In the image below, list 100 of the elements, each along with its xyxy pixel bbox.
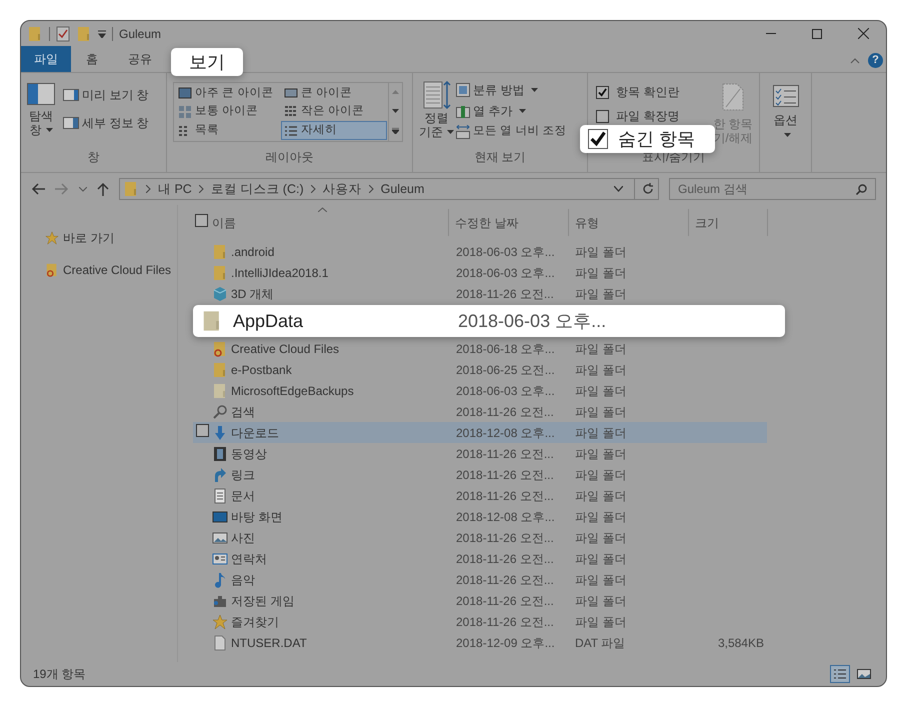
dropdown-icon[interactable] — [98, 30, 106, 38]
checkbox[interactable] — [596, 110, 609, 122]
file-row[interactable]: 사진 2018-11-26 오전... 파일 폴더 — [193, 527, 767, 548]
layout-option[interactable]: 보통 아이콘 — [175, 102, 281, 122]
checkbox[interactable] — [588, 129, 608, 149]
collapse-ribbon-icon[interactable] — [850, 58, 860, 64]
expand-icon[interactable] — [392, 128, 399, 134]
column-header[interactable]: 크기 — [688, 209, 768, 236]
modified-date: 2018-11-26 오전... — [455, 614, 555, 630]
layout-option[interactable]: 큰 아이콘 — [281, 84, 387, 103]
checkbox[interactable] — [195, 214, 208, 226]
file-type: DAT 파일 — [574, 634, 626, 652]
file-name: 바탕 화면 — [231, 508, 282, 526]
file-row[interactable]: 저장된 게임 2018-11-26 오전... 파일 폴더 — [193, 590, 767, 611]
refresh-icon[interactable] — [642, 183, 654, 195]
view-button[interactable] — [830, 665, 850, 683]
file-row[interactable]: MicrosoftEdgeBackups 2018-06-03 오후... 파일 폴더 — [193, 380, 767, 401]
checklist-icon[interactable] — [56, 26, 70, 42]
file-row-callout[interactable]: AppData 2018-06-03 오후... — [193, 305, 785, 337]
file-row[interactable]: Creative Cloud Files 2018-06-18 오후... 파일 폴더 — [193, 338, 767, 359]
file-name: 즐겨찾기 — [231, 614, 279, 630]
file-row[interactable]: 3D 개체 2018-11-26 오전... 파일 폴더 — [193, 283, 767, 304]
close-icon — [858, 28, 868, 39]
file-size: 3,584KB — [716, 634, 764, 652]
ribbon-tab[interactable]: 홈 — [71, 46, 113, 72]
column-header[interactable]: 이름 — [212, 214, 236, 232]
picture-icon — [212, 530, 228, 546]
column-header[interactable]: 유형 — [568, 209, 688, 236]
folder-icon — [27, 26, 43, 42]
file-type: 파일 폴더 — [574, 340, 628, 358]
file-name: 3D 개체 — [231, 286, 274, 302]
file-row[interactable]: .android 2018-06-03 오후... 파일 폴더 — [193, 241, 767, 262]
layout-icon — [284, 86, 298, 100]
checkbox-label: 파일 확장명 — [616, 108, 680, 125]
fit-columns-button[interactable]: 모든 열 너비 조정 — [456, 123, 567, 140]
chevron-down-icon[interactable] — [614, 186, 623, 192]
breadcrumb[interactable]: 로컬 디스크 (C:) — [210, 180, 304, 198]
hidden-items-callout[interactable]: 숨긴 항목 — [580, 125, 715, 153]
nav-item[interactable]: 바로 가기 — [45, 229, 177, 247]
folder-icon — [76, 26, 92, 42]
details-pane-button[interactable]: 세부 정보 창 — [63, 114, 149, 132]
file-name: Creative Cloud Files — [231, 340, 340, 358]
file-row[interactable]: e-Postbank 2018-06-25 오전... 파일 폴더 — [193, 359, 767, 380]
modified-date: 2018-12-08 오후... — [455, 508, 556, 526]
checkbox[interactable] — [596, 86, 609, 98]
layout-icon — [178, 104, 192, 119]
minimize-icon — [766, 33, 776, 34]
file-row[interactable]: 링크 2018-11-26 오전... 파일 폴더 — [193, 464, 767, 485]
file-row[interactable]: 바탕 화면 2018-12-08 오후... 파일 폴더 — [193, 506, 767, 527]
file-row[interactable]: 다운로드 2018-12-08 오후... 파일 폴더 — [193, 422, 767, 443]
file-row[interactable]: 검색 2018-11-26 오전... 파일 폴더 — [193, 401, 767, 422]
file-name: AppData — [233, 310, 304, 333]
help-icon[interactable]: ? — [868, 53, 883, 68]
ribbon-tab[interactable]: 보기 — [171, 48, 243, 76]
preview-pane-button[interactable]: 미리 보기 창 — [63, 86, 149, 104]
group-by-button[interactable]: 분류 방법 — [456, 81, 567, 99]
file-row[interactable]: 동영상 2018-11-26 오전... 파일 폴더 — [193, 443, 767, 464]
resize-columns-icon — [456, 124, 470, 139]
nav-item[interactable]: Creative Cloud Files — [45, 261, 177, 279]
file-row[interactable]: .IntelliJIdea2018.1 2018-06-03 오후... 파일 폴더 — [193, 262, 767, 283]
caret-icon — [519, 109, 526, 113]
folder-icon — [212, 362, 228, 378]
file-name: 검색 — [231, 404, 255, 420]
group-icon — [456, 83, 470, 97]
folder-icon — [212, 264, 228, 280]
chevron-down-icon[interactable] — [79, 186, 87, 192]
checkbox[interactable] — [196, 424, 209, 436]
checkbox-label: 항목 확인란 — [616, 84, 680, 101]
up-arrow-icon[interactable] — [97, 182, 109, 196]
sort-by-button[interactable]: 정렬 기준 — [419, 81, 454, 148]
file-row[interactable]: 음악 2018-11-26 오전... 파일 폴더 — [193, 569, 767, 590]
layout-option[interactable]: 아주 큰 아이콘 — [175, 84, 281, 103]
breadcrumb[interactable]: Guleum — [380, 180, 424, 198]
monitor-icon — [212, 508, 228, 524]
file-row[interactable]: 즐겨찾기 2018-11-26 오전... 파일 폴더 — [193, 611, 767, 632]
ribbon-tab[interactable]: 파일 — [21, 46, 71, 72]
add-columns-button[interactable]: 열 추가 — [456, 102, 567, 120]
file-type: 파일 폴더 — [574, 404, 628, 420]
ribbon-tab[interactable]: 공유 — [113, 46, 167, 72]
nav-pane-button[interactable]: 탐색 창 — [27, 83, 55, 137]
file-row[interactable]: 연락처 2018-11-26 오전... 파일 폴더 — [193, 548, 767, 569]
file-row[interactable]: NTUSER.DAT 2018-12-09 오후... DAT 파일 3,584KB — [193, 632, 767, 653]
item-count: 19개 항목 — [33, 666, 86, 683]
layout-option[interactable]: 작은 아이콘 — [281, 102, 387, 122]
breadcrumb[interactable]: 사용자 — [322, 180, 362, 198]
address-bar[interactable]: 내 PC 로컬 디스크 (C:) 사용자 Guleum — [119, 178, 659, 200]
search-field[interactable]: Guleum 검색 — [669, 178, 876, 200]
modified-date: 2018-11-26 오전... — [455, 286, 555, 302]
layout-option[interactable]: 목록 — [175, 121, 281, 140]
back-arrow-icon[interactable] — [31, 183, 45, 195]
options-button[interactable]: 옵션 — [760, 73, 811, 172]
scroll-down-icon[interactable] — [392, 108, 399, 113]
folder-icon — [123, 181, 139, 197]
file-type: 파일 폴더 — [574, 530, 628, 546]
column-header[interactable]: 수정한 날짜 — [448, 209, 568, 236]
modified-date: 2018-12-09 오후... — [455, 634, 556, 652]
layout-option[interactable]: 자세히 — [281, 121, 387, 140]
file-row[interactable]: 문서 2018-11-26 오전... 파일 폴더 — [193, 485, 767, 506]
breadcrumb[interactable]: 내 PC — [158, 180, 192, 198]
checkbox-label: 숨긴 항목 — [618, 128, 696, 150]
